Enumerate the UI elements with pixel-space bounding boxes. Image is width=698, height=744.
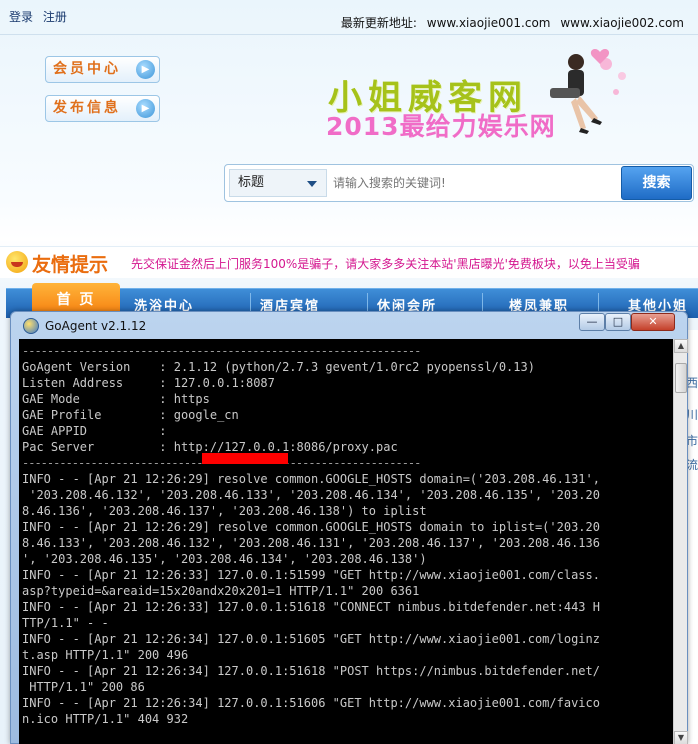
latest-label: 最新更新地址: [340, 16, 417, 30]
console-line: GAE APPID : [22, 424, 167, 438]
latest-url-1[interactable]: www.xiaojie001.com [427, 16, 551, 30]
notice-text: 先交保证金然后上门服务100%是骗子，请大家多多关注本站'黑店曝光'免费板块，以… [131, 257, 640, 271]
scroll-thumb[interactable] [675, 363, 687, 393]
console-line: INFO - - [Apr 21 12:26:34] 127.0.0.1:516… [22, 664, 600, 678]
console-line: 8.46.136', '203.208.46.137', '203.208.46… [22, 504, 427, 518]
post-info-label: 发布信息 [53, 100, 121, 116]
play-arrow-icon: ▶ [136, 99, 155, 118]
goagent-app-icon [23, 318, 39, 334]
console-line: Listen Address : 127.0.0.1:8087 [22, 376, 275, 390]
console-line: INFO - - [Apr 21 12:26:33] 127.0.0.1:516… [22, 600, 600, 614]
console-line: ----------------------------------------… [22, 455, 673, 471]
console-line: GAE Profile : google_cn [22, 408, 239, 422]
smiley-icon [6, 251, 28, 273]
console-line: HTTP/1.1" 200 86 [22, 680, 145, 694]
register-link[interactable]: 注册 [43, 10, 67, 24]
top-links: 登录 注册 [9, 8, 73, 25]
latest-url-2[interactable]: www.xiaojie002.com [560, 16, 684, 30]
close-button[interactable]: ✕ [631, 313, 675, 331]
notice-bar: 友情提示 先交保证金然后上门服务100%是骗子，请大家多多关注本站'黑店曝光'免… [0, 246, 698, 278]
play-arrow-icon: ▶ [136, 60, 155, 79]
search-type-select[interactable]: 标题 [229, 169, 327, 197]
console-line: Pac Server : http://127.0.0.1:8086/proxy… [22, 440, 398, 454]
console-line: INFO - - [Apr 21 12:26:34] 127.0.0.1:516… [22, 696, 600, 710]
console-line: INFO - - [Apr 21 12:26:34] 127.0.0.1:516… [22, 632, 600, 646]
console-line: ----------------------------------------… [22, 344, 421, 358]
console-line: asp?typeid=&areaid=15x20andx20x201=1 HTT… [22, 584, 420, 598]
member-center-button[interactable]: 会员中心 ▶ [45, 56, 160, 83]
console-line: GoAgent Version : 2.1.12 (python/2.7.3 g… [22, 360, 535, 374]
minimize-button[interactable]: — [579, 313, 605, 331]
scroll-up-arrow-icon[interactable]: ▲ [674, 339, 688, 353]
search-bar: 标题 搜索 [224, 164, 694, 202]
console-line: INFO - - [Apr 21 12:26:33] 127.0.0.1:515… [22, 568, 600, 582]
site-logo-subtitle: 2013最给力娱乐网 [326, 112, 556, 141]
notice-title: 友情提示 [32, 254, 109, 276]
console-line: INFO - - [Apr 21 12:26:29] resolve commo… [22, 520, 600, 534]
header-divider [0, 34, 698, 35]
console-line: n.ico HTTP/1.1" 404 932 [22, 712, 189, 726]
console-line: ', '203.208.46.135', '203.208.46.134', '… [22, 552, 427, 566]
maximize-button[interactable]: □ [605, 313, 631, 331]
window-titlebar[interactable]: GoAgent v2.1.12 — □ ✕ [11, 312, 687, 338]
chevron-down-icon [307, 181, 317, 187]
console-line: TTP/1.1" - - [22, 616, 109, 630]
search-input[interactable] [329, 169, 619, 197]
logo-figure-illustration [550, 49, 626, 134]
search-type-value: 标题 [238, 175, 265, 190]
console-line: GAE Mode : https [22, 392, 210, 406]
console-output[interactable]: ----------------------------------------… [19, 339, 673, 744]
console-line: '203.208.46.132', '203.208.46.133', '203… [22, 488, 600, 502]
redacted-appid-bar [202, 453, 288, 464]
goagent-console-window: GoAgent v2.1.12 — □ ✕ ------------------… [10, 311, 688, 744]
scroll-down-arrow-icon[interactable]: ▼ [674, 731, 688, 744]
console-line: t.asp HTTP/1.1" 200 496 [22, 648, 189, 662]
latest-address: 最新更新地址: www.xiaojie001.com www.xiaojie00… [335, 14, 684, 31]
console-line: 8.46.133', '203.208.46.132', '203.208.46… [22, 536, 600, 550]
console-line: INFO - - [Apr 21 12:26:29] resolve commo… [22, 472, 600, 486]
post-info-button[interactable]: 发布信息 ▶ [45, 95, 160, 122]
member-center-label: 会员中心 [53, 61, 121, 77]
console-scrollbar[interactable]: ▲ ▼ [673, 339, 688, 744]
window-title: GoAgent v2.1.12 [45, 319, 147, 333]
login-link[interactable]: 登录 [9, 10, 33, 24]
search-button[interactable]: 搜索 [621, 166, 692, 200]
